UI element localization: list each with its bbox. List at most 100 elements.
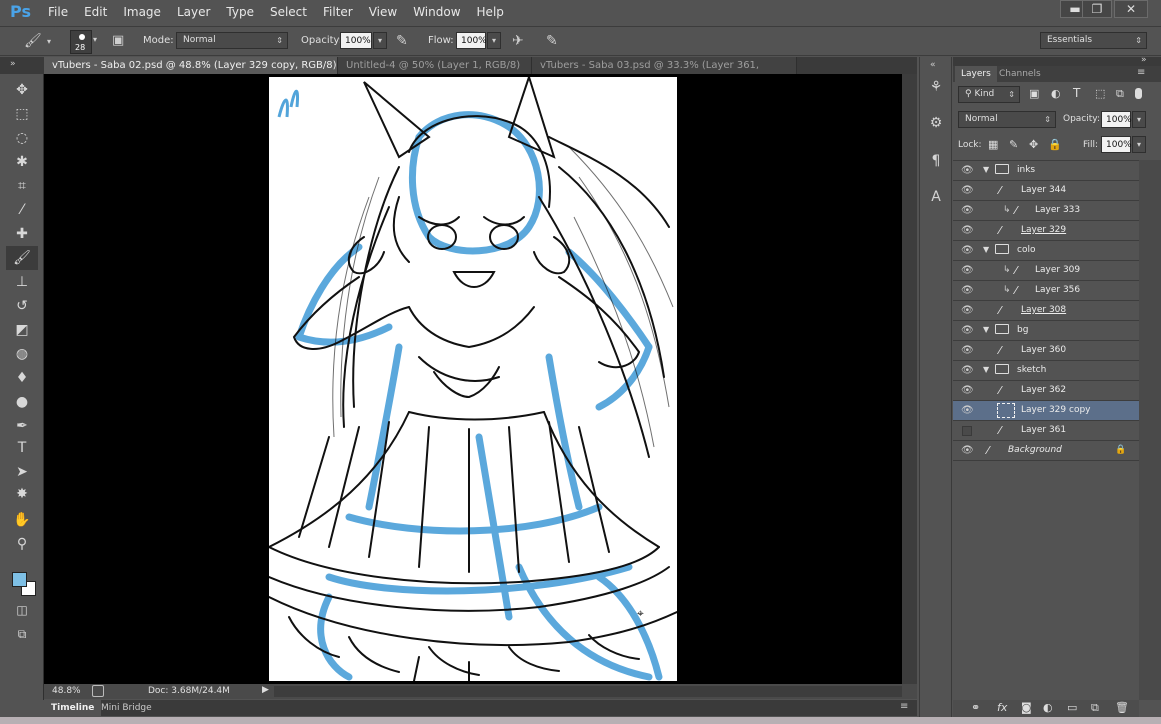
tab-saba-03[interactable]: vTubers - Saba 03.psd @ 33.3% (Layer 361…	[532, 57, 797, 88]
expand-triangle-icon[interactable]: ▼	[983, 325, 989, 334]
filter-type-icon[interactable]: T	[1073, 86, 1080, 100]
panel-menu-icon[interactable]: ≡	[1137, 67, 1145, 78]
visibility-eye-icon[interactable]: 👁	[961, 185, 974, 196]
blend-mode-select[interactable]: Normal ⇕	[958, 111, 1056, 128]
layer-row-309[interactable]: 👁 ↳ ⁄ Layer 309	[953, 261, 1139, 281]
foreground-color-swatch[interactable]	[12, 572, 27, 587]
layer-opacity-dropdown[interactable]: ▾	[1132, 111, 1146, 128]
layer-row-308[interactable]: 👁 ⁄ Layer 308	[953, 301, 1139, 321]
tab-mini-bridge[interactable]: Mini Bridge	[94, 700, 159, 716]
crop-tool-icon[interactable]: ⌗	[6, 174, 38, 198]
lock-position-icon[interactable]: ✥	[1029, 138, 1038, 151]
tab-saba-02[interactable]: vTubers - Saba 02.psd @ 48.8% (Layer 329…	[44, 57, 338, 88]
menu-edit[interactable]: Edit	[84, 5, 107, 19]
menu-type[interactable]: Type	[226, 5, 254, 19]
filter-toggle-icon[interactable]	[1135, 88, 1142, 99]
vertical-scrollbar[interactable]	[902, 74, 917, 684]
character-icon[interactable]: A	[924, 186, 948, 208]
flow-input[interactable]: 100%	[456, 32, 487, 49]
lasso-tool-icon[interactable]: ◌	[6, 126, 38, 150]
dodge-tool-icon[interactable]: ●	[6, 390, 38, 414]
visibility-eye-icon[interactable]: 👁	[961, 225, 974, 236]
pen-tool-icon[interactable]: ✒	[6, 414, 38, 438]
mode-select[interactable]: Normal ⇕	[176, 32, 288, 49]
layer-opacity-input[interactable]: 100%	[1101, 111, 1132, 128]
visibility-eye-icon[interactable]: 👁	[961, 245, 974, 256]
custom-shape-tool-icon[interactable]: ✸	[6, 482, 38, 506]
close-button[interactable]: ✕	[1114, 0, 1148, 18]
eyedropper-tool-icon[interactable]: ⁄	[6, 198, 38, 222]
status-share-icon[interactable]	[92, 685, 104, 697]
lock-all-icon[interactable]: 🔒	[1048, 138, 1062, 151]
visibility-toggle-empty[interactable]	[962, 426, 972, 436]
status-menu-arrow-icon[interactable]: ▶	[262, 685, 269, 695]
clone-stamp-tool-icon[interactable]: ⊥	[6, 270, 38, 294]
lock-transparency-icon[interactable]: ▦	[988, 138, 998, 151]
collapse-arrows-icon[interactable]: »	[1141, 55, 1147, 65]
lock-pixels-icon[interactable]: ✎	[1009, 138, 1018, 151]
expand-triangle-icon[interactable]: ▼	[983, 165, 989, 174]
document-canvas[interactable]: ⌖	[269, 77, 677, 681]
zoom-tool-icon[interactable]: ⚲	[6, 532, 38, 556]
brush-panel-toggle-icon[interactable]: ▣	[112, 33, 124, 48]
path-selection-tool-icon[interactable]: ➤	[6, 460, 38, 484]
eraser-tool-icon[interactable]: ◩	[6, 318, 38, 342]
layers-scrollbar[interactable]	[1139, 160, 1161, 700]
workspace-select[interactable]: Essentials ⇕	[1040, 32, 1147, 49]
layer-row-329-copy[interactable]: 👁 Layer 329 copy	[953, 401, 1139, 421]
visibility-eye-icon[interactable]: 👁	[961, 165, 974, 176]
panel-menu-icon[interactable]: ≡	[900, 701, 908, 712]
tab-channels[interactable]: Channels	[993, 66, 1047, 82]
quick-select-tool-icon[interactable]: ✱	[6, 150, 38, 174]
filter-shape-icon[interactable]: ⬚	[1095, 87, 1105, 100]
layer-row-356[interactable]: 👁 ↳ ⁄ Layer 356	[953, 281, 1139, 301]
trash-icon[interactable]: 🗑	[1115, 701, 1129, 714]
collapse-arrows-icon[interactable]: »	[10, 59, 16, 69]
move-tool-icon[interactable]: ✥	[6, 78, 38, 102]
opacity-dropdown[interactable]: ▾	[373, 32, 387, 49]
collapse-arrows-icon[interactable]: «	[930, 60, 936, 70]
layer-row-344[interactable]: 👁 ⁄ Layer 344	[953, 181, 1139, 201]
menu-help[interactable]: Help	[477, 5, 504, 19]
layer-row-362[interactable]: 👁 ⁄ Layer 362	[953, 381, 1139, 401]
expand-triangle-icon[interactable]: ▼	[983, 245, 989, 254]
visibility-eye-icon[interactable]: 👁	[961, 445, 974, 456]
pressure-opacity-icon[interactable]: ✎	[396, 33, 408, 49]
paragraph-icon[interactable]: ¶	[924, 150, 948, 172]
zoom-level[interactable]: 48.8%	[52, 686, 81, 696]
brush-presets-icon[interactable]: ⚘	[924, 76, 948, 98]
fill-input[interactable]: 100%	[1101, 136, 1132, 153]
layer-row-361[interactable]: ⁄ Layer 361	[953, 421, 1139, 441]
chevron-down-icon[interactable]: ▾	[47, 37, 51, 46]
adjustment-layer-icon[interactable]: ◐	[1043, 701, 1053, 714]
visibility-eye-icon[interactable]: 👁	[961, 405, 974, 416]
visibility-eye-icon[interactable]: 👁	[961, 345, 974, 356]
fill-dropdown[interactable]: ▾	[1132, 136, 1146, 153]
opacity-input[interactable]: 100%	[340, 32, 372, 49]
history-brush-tool-icon[interactable]: ↺	[6, 294, 38, 318]
restore-button[interactable]: ❐	[1082, 0, 1112, 18]
filter-adjustment-icon[interactable]: ◐	[1051, 87, 1061, 100]
add-mask-icon[interactable]: ◙	[1021, 701, 1032, 714]
airbrush-icon[interactable]: ✈	[512, 33, 524, 49]
blur-tool-icon[interactable]: ♦	[6, 366, 38, 390]
pressure-size-icon[interactable]: ✎	[546, 33, 558, 49]
layer-group-bg[interactable]: 👁 ▼ bg	[953, 321, 1139, 341]
filter-smart-object-icon[interactable]: ⧉	[1116, 87, 1124, 101]
layer-group-inks[interactable]: 👁 ▼ inks	[953, 161, 1139, 181]
link-layers-icon[interactable]: ⚭	[971, 701, 980, 714]
type-tool-icon[interactable]: T	[6, 436, 38, 460]
expand-triangle-icon[interactable]: ▼	[983, 365, 989, 374]
horizontal-scrollbar[interactable]	[274, 686, 902, 697]
hand-tool-icon[interactable]: ✋	[6, 508, 38, 532]
visibility-eye-icon[interactable]: 👁	[961, 305, 974, 316]
adjustments-icon[interactable]: ⚙	[924, 112, 948, 134]
layer-row-333[interactable]: 👁 ↳ ⁄ Layer 333	[953, 201, 1139, 221]
brush-tool-preset-icon[interactable]: 🖌	[24, 33, 42, 49]
marquee-tool-icon[interactable]: ⬚	[6, 102, 38, 126]
menu-filter[interactable]: Filter	[323, 5, 353, 19]
layer-row-360[interactable]: 👁 ⁄ Layer 360	[953, 341, 1139, 361]
visibility-eye-icon[interactable]: 👁	[961, 285, 974, 296]
layer-row-background[interactable]: 👁 ⁄ Background 🔒	[953, 441, 1139, 461]
menu-file[interactable]: File	[48, 5, 68, 19]
